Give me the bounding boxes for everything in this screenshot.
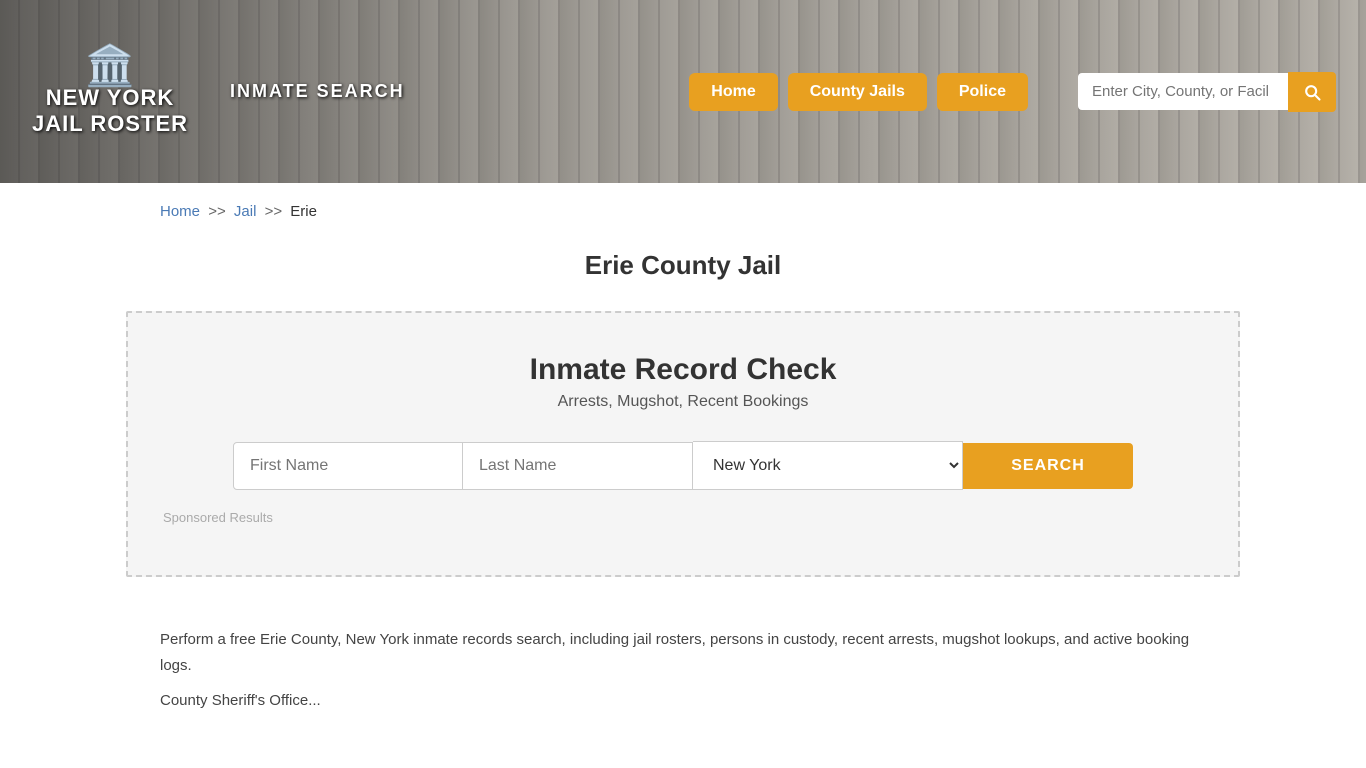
last-name-input[interactable] [463, 442, 693, 490]
description-text1: Perform a free Erie County, New York inm… [160, 627, 1206, 678]
logo-icon: 🏛️ [85, 46, 135, 86]
description-area: Perform a free Erie County, New York inm… [0, 607, 1366, 744]
first-name-input[interactable] [233, 442, 463, 490]
header-search-input[interactable] [1078, 73, 1288, 110]
search-form-row: AlabamaAlaskaArizonaArkansasCaliforniaCo… [158, 441, 1208, 490]
breadcrumb: Home >> Jail >> Erie [0, 183, 1366, 230]
header-search-button[interactable] [1288, 72, 1336, 112]
breadcrumb-home[interactable]: Home [160, 203, 200, 220]
search-icon [1302, 82, 1322, 102]
breadcrumb-sep2: >> [265, 203, 283, 220]
page-title: Erie County Jail [0, 250, 1366, 281]
nav-home-button[interactable]: Home [689, 73, 777, 111]
search-button[interactable]: SEARCH [963, 443, 1133, 489]
record-check-box: Inmate Record Check Arrests, Mugshot, Re… [126, 311, 1240, 577]
breadcrumb-jail[interactable]: Jail [234, 203, 257, 220]
breadcrumb-sep1: >> [208, 203, 226, 220]
header-content: 🏛️ NEW YORK JAIL ROSTER INMATE SEARCH Ho… [0, 0, 1366, 183]
nav-links: Home County Jails Police [689, 73, 1028, 111]
site-logo[interactable]: 🏛️ NEW YORK JAIL ROSTER [30, 46, 190, 136]
nav-county-jails-button[interactable]: County Jails [788, 73, 927, 111]
breadcrumb-current: Erie [290, 203, 317, 220]
sponsored-label: Sponsored Results [158, 510, 1208, 525]
inmate-search-label: INMATE SEARCH [230, 81, 405, 102]
header-search [1078, 72, 1336, 112]
header-banner: 🏛️ NEW YORK JAIL ROSTER INMATE SEARCH Ho… [0, 0, 1366, 183]
logo-line2: JAIL ROSTER [32, 111, 188, 137]
description-text2: County Sheriff's Office... [160, 688, 1206, 714]
state-select[interactable]: AlabamaAlaskaArizonaArkansasCaliforniaCo… [693, 441, 963, 490]
logo-line1: NEW YORK [46, 86, 175, 110]
record-check-title: Inmate Record Check [158, 353, 1208, 387]
record-check-subtitle: Arrests, Mugshot, Recent Bookings [158, 393, 1208, 411]
nav-police-button[interactable]: Police [937, 73, 1028, 111]
